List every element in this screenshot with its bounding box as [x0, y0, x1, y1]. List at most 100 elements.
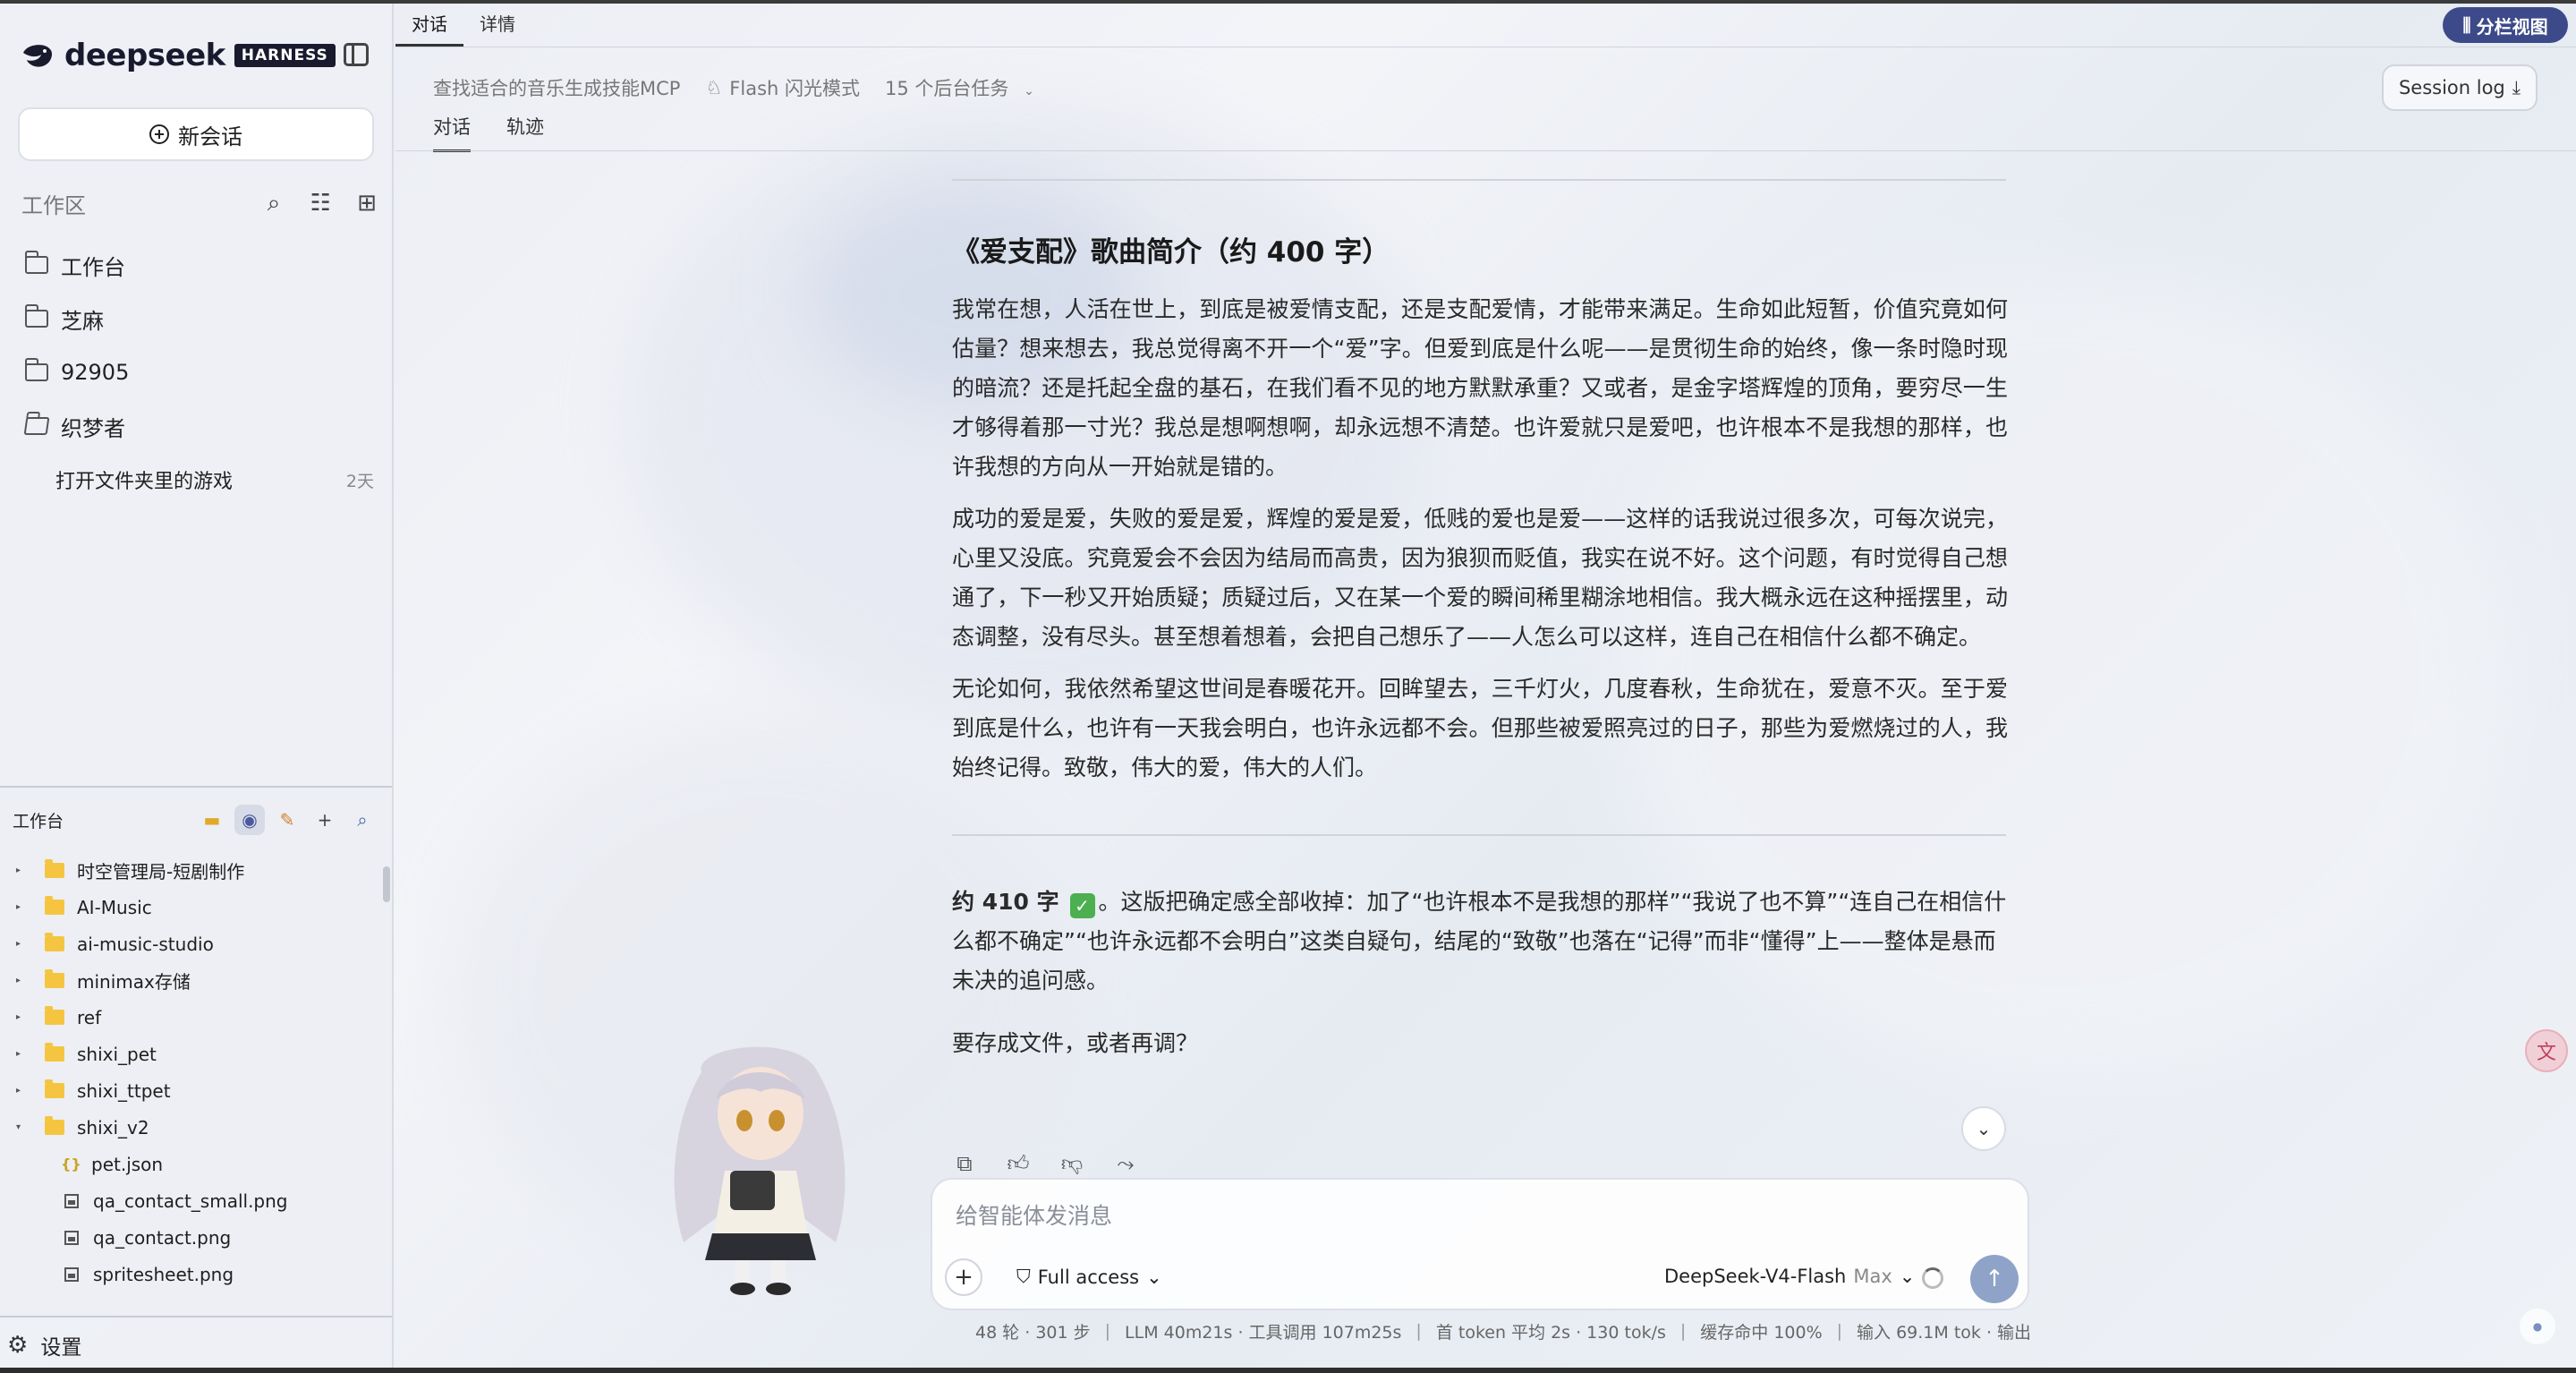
caret-right-icon: ▸ [16, 902, 21, 912]
stat-separator: | [1104, 1321, 1111, 1341]
copy-icon[interactable]: ⧉ [952, 1151, 977, 1176]
folder-label: 工作台 [61, 254, 125, 280]
workspace-folder[interactable]: 织梦者 [23, 399, 374, 453]
settings-label: 设置 [40, 1336, 82, 1360]
scroll-to-bottom-button[interactable]: ⌄ [1961, 1106, 2006, 1151]
tree-folder[interactable]: ▾ shixi_v2 [16, 1109, 392, 1146]
folder-open-icon [45, 1116, 64, 1135]
add-attachment-button[interactable]: + [945, 1258, 982, 1296]
tree-file[interactable]: {} pet.json [16, 1146, 392, 1182]
send-button[interactable]: ↑ [1970, 1255, 2019, 1303]
sub-tab-bar: 对话 轨迹 [433, 113, 544, 152]
subtab-conversation[interactable]: 对话 [433, 113, 471, 152]
columns-icon: ⫼ [2462, 14, 2471, 36]
caret-right-icon: ▸ [16, 1086, 21, 1096]
tree-folder[interactable]: ▸ 时空管理局-短剧制作 [16, 852, 392, 889]
tree-folder[interactable]: ▸ ai-music-studio [16, 925, 392, 962]
branch-icon[interactable]: ⤳ [1113, 1151, 1138, 1176]
brand-badge: HARNESS [234, 44, 336, 67]
split-view-button[interactable]: ⫼ 分栏视图 [2443, 7, 2568, 43]
conversation-title: 打开文件夹里的游戏 [55, 471, 234, 493]
plus-circle-icon [149, 124, 169, 144]
shield-icon: ⛉ [1016, 1266, 1031, 1287]
stat-turns: 48 轮 · 301 步 [975, 1322, 1091, 1343]
thumbs-down-icon[interactable]: 👎︎ [1059, 1151, 1084, 1176]
session-log-label: Session log [2398, 77, 2505, 98]
floating-assist-icon[interactable]: ● [2520, 1309, 2555, 1344]
folder-icon [45, 933, 64, 951]
translate-icon[interactable]: 文 [2525, 1029, 2568, 1072]
thumbs-up-icon[interactable]: 👍︎ [1006, 1151, 1031, 1176]
workspace-folder[interactable]: 芝麻 [24, 292, 374, 345]
song-paragraph: 成功的爱是爱，失败的爱是爱，辉煌的爱是爱，低贱的爱也是爱——这样的话我说过很多次… [952, 506, 2008, 650]
edit-pencil-icon[interactable]: ✎ [272, 805, 302, 835]
folder-icon [24, 304, 48, 328]
window-bottom-border [0, 1368, 2576, 1373]
tree-folder[interactable]: ▸ ref [16, 999, 392, 1036]
collapse-sidebar-icon[interactable] [344, 43, 369, 66]
search-icon[interactable]: ⌕ [261, 191, 286, 216]
conversation-age: 2天 [345, 471, 374, 491]
session-stats-bar: 48 轮 · 301 步 | LLM 40m21s · 工具调用 107m25s… [931, 1312, 2029, 1350]
new-folder-icon[interactable]: ⊞ [354, 191, 379, 216]
split-view-label: 分栏视图 [2476, 15, 2548, 38]
folder-icon [45, 1006, 64, 1025]
conversation-title: 查找适合的音乐生成技能MCP [433, 78, 681, 99]
tree-folder[interactable]: ▸ shixi_ttpet [16, 1072, 392, 1109]
image-file-icon [64, 1230, 79, 1245]
file-explorer-panel: 工作台 ▬ ◉ ✎ + ⌕ ▸ 时空管理局-短剧制作 ▸ AI-Music ▸ ai-… [0, 786, 392, 1316]
message-actions: ⧉ 👍︎ 👎︎ ⤳ [952, 1151, 1138, 1176]
summary-paragraph: 约 410 字 ✓ 。这版把确定感全部收掉：加了“也许根本不是我想的那样”“我说了… [952, 883, 2008, 1001]
stat-separator: | [1679, 1321, 1687, 1341]
song-title: 《爱支配》歌曲简介（约 400 字） [952, 236, 1390, 269]
folder-label: 92905 [61, 360, 130, 385]
conversation-task-bar: 查找适合的音乐生成技能MCP ♘ Flash 闪光模式 15 个后台任务 ⌄ [433, 72, 1034, 104]
message-input[interactable] [956, 1198, 1940, 1233]
flash-icon: ♘ [705, 77, 723, 98]
open-folder-icon[interactable]: ▬ [197, 805, 227, 835]
workspace-folder[interactable]: 工作台 [24, 238, 374, 292]
folder-label: 芝麻 [61, 308, 104, 334]
image-file-icon [64, 1193, 79, 1208]
add-icon[interactable]: + [310, 805, 340, 835]
arrow-up-icon: ↑ [1985, 1266, 2004, 1292]
search-icon[interactable]: ⌕ [347, 805, 378, 835]
top-tab-bar: 对话 详情 [395, 4, 531, 47]
file-explorer-scrollbar[interactable] [383, 866, 390, 902]
tree-folder-label: minimax存储 [77, 971, 191, 993]
new-chat-button[interactable]: 新会话 [18, 107, 374, 161]
eye-icon[interactable]: ◉ [234, 805, 265, 835]
tree-folder[interactable]: ▸ minimax存储 [16, 962, 392, 999]
background-tasks-dropdown[interactable]: 15 个后台任务 ⌄ [885, 74, 1034, 101]
filter-icon[interactable]: ☷ [308, 191, 333, 216]
chevron-down-icon: ⌄ [1146, 1266, 1162, 1288]
workspace-folder[interactable]: 92905 [24, 345, 374, 399]
tab-conversation[interactable]: 对话 [395, 10, 463, 47]
access-level-dropdown[interactable]: ⛉ Full access ⌄ [1016, 1266, 1162, 1288]
folder-label: 织梦者 [61, 415, 125, 441]
caret-right-icon: ▸ [16, 1049, 21, 1059]
tree-file[interactable]: qa_contact.png [16, 1219, 392, 1256]
access-level-label: Full access [1037, 1266, 1140, 1288]
flash-mode-indicator[interactable]: ♘ Flash 闪光模式 [705, 74, 860, 101]
tree-file[interactable]: spritesheet.png [16, 1256, 392, 1292]
tree-folder[interactable]: ▸ shixi_pet [16, 1036, 392, 1072]
tree-folder-label: AI-Music [77, 896, 152, 918]
tree-folder-label: shixi_v2 [77, 1116, 149, 1138]
folder-icon [45, 1079, 64, 1098]
model-name: DeepSeek-V4-Flash [1664, 1266, 1847, 1287]
stat-tokens: 输入 69.1M tok · 输出 2... [1857, 1322, 2029, 1343]
settings-button[interactable]: ⚙ 设置 [0, 1316, 392, 1373]
folder-open-icon [23, 417, 50, 435]
tree-folder[interactable]: ▸ AI-Music [16, 889, 392, 925]
image-file-icon [64, 1266, 79, 1282]
folder-icon [45, 969, 64, 988]
folder-icon [45, 859, 64, 878]
conversation-item[interactable]: 打开文件夹里的游戏 2天 [25, 453, 374, 507]
session-log-button[interactable]: Session log ⤓ [2382, 64, 2538, 111]
model-selector[interactable]: DeepSeek-V4-Flash Max ⌄ [1664, 1266, 1915, 1287]
subtab-trace[interactable]: 轨迹 [506, 113, 544, 152]
tab-details[interactable]: 详情 [463, 10, 531, 47]
tree-file[interactable]: qa_contact_small.png [16, 1182, 392, 1219]
caret-right-icon: ▸ [16, 976, 21, 985]
